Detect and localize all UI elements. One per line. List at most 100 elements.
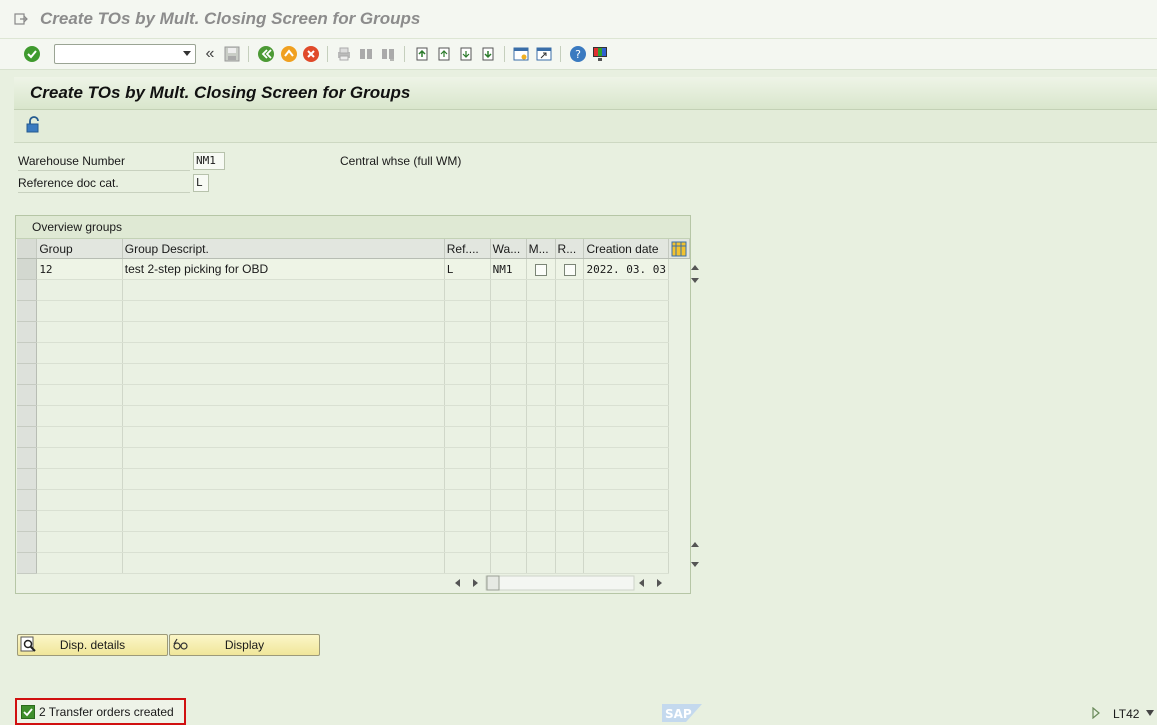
empty-cell[interactable] — [36, 300, 123, 322]
empty-cell[interactable] — [490, 426, 527, 448]
empty-cell[interactable] — [490, 342, 527, 364]
collapse-icon[interactable]: « — [200, 44, 220, 64]
empty-cell[interactable] — [583, 552, 669, 574]
empty-cell[interactable] — [555, 468, 585, 490]
row-selector[interactable] — [17, 552, 38, 574]
empty-cell[interactable] — [36, 384, 123, 406]
empty-cell[interactable] — [526, 363, 556, 385]
empty-cell[interactable] — [36, 405, 123, 427]
empty-cell[interactable] — [444, 384, 491, 406]
empty-cell[interactable] — [122, 426, 445, 448]
prev-page-icon[interactable] — [434, 44, 454, 64]
expand-status-icon[interactable] — [1091, 707, 1101, 719]
system-info-dropdown-icon[interactable] — [1145, 709, 1155, 717]
command-field[interactable] — [54, 44, 196, 64]
col-header-m[interactable]: M... — [526, 239, 556, 259]
empty-cell[interactable] — [122, 279, 445, 301]
empty-cell[interactable] — [583, 468, 669, 490]
empty-cell[interactable] — [583, 405, 669, 427]
empty-cell[interactable] — [444, 426, 491, 448]
col-header-wa[interactable]: Wa... — [490, 239, 527, 259]
select-all-header[interactable] — [17, 239, 38, 259]
cell-wa[interactable]: NM1 — [490, 258, 527, 280]
col-header-group-descript[interactable]: Group Descript. — [122, 239, 445, 259]
table-row[interactable] — [17, 447, 690, 469]
cell-m[interactable] — [526, 258, 556, 280]
col-header-creation-date[interactable]: Creation date — [583, 239, 669, 259]
status-message[interactable]: 2 Transfer orders created — [15, 698, 186, 725]
last-page-icon[interactable] — [478, 44, 498, 64]
row-selector[interactable] — [17, 279, 38, 301]
next-page-icon[interactable] — [456, 44, 476, 64]
empty-cell[interactable] — [490, 321, 527, 343]
row-selector[interactable] — [17, 258, 38, 280]
table-row[interactable] — [17, 279, 690, 301]
back-icon[interactable] — [256, 44, 276, 64]
empty-cell[interactable] — [122, 300, 445, 322]
col-header-group[interactable]: Group — [36, 239, 123, 259]
table-row[interactable] — [17, 384, 690, 406]
empty-cell[interactable] — [36, 531, 123, 553]
reference-doc-cat-field[interactable]: L — [193, 174, 209, 192]
empty-cell[interactable] — [122, 384, 445, 406]
empty-cell[interactable] — [555, 300, 585, 322]
empty-cell[interactable] — [583, 510, 669, 532]
empty-cell[interactable] — [526, 279, 556, 301]
empty-cell[interactable] — [444, 321, 491, 343]
empty-cell[interactable] — [526, 405, 556, 427]
disp-details-button[interactable]: Disp. details — [17, 634, 168, 656]
empty-cell[interactable] — [490, 363, 527, 385]
empty-cell[interactable] — [444, 531, 491, 553]
cmd-dropdown-icon[interactable] — [183, 51, 191, 56]
empty-cell[interactable] — [490, 468, 527, 490]
row-selector[interactable] — [17, 300, 38, 322]
cell-group[interactable]: 12 — [36, 258, 123, 280]
row-selector[interactable] — [17, 321, 38, 343]
find-next-icon[interactable] — [378, 44, 398, 64]
print-icon[interactable] — [334, 44, 354, 64]
empty-cell[interactable] — [526, 468, 556, 490]
empty-cell[interactable] — [36, 447, 123, 469]
cell-r[interactable] — [555, 258, 585, 280]
empty-cell[interactable] — [36, 426, 123, 448]
row-selector[interactable] — [17, 531, 38, 553]
empty-cell[interactable] — [555, 405, 585, 427]
empty-cell[interactable] — [555, 447, 585, 469]
table-row[interactable] — [17, 426, 690, 448]
empty-cell[interactable] — [490, 405, 527, 427]
empty-cell[interactable] — [444, 342, 491, 364]
empty-cell[interactable] — [122, 447, 445, 469]
empty-cell[interactable] — [583, 489, 669, 511]
empty-cell[interactable] — [526, 426, 556, 448]
table-row[interactable] — [17, 363, 690, 385]
empty-cell[interactable] — [444, 489, 491, 511]
cell-ref[interactable]: L — [444, 258, 491, 280]
empty-cell[interactable] — [583, 426, 669, 448]
empty-cell[interactable] — [444, 447, 491, 469]
empty-cell[interactable] — [122, 489, 445, 511]
empty-cell[interactable] — [555, 510, 585, 532]
table-row[interactable] — [17, 342, 690, 364]
empty-cell[interactable] — [526, 384, 556, 406]
empty-cell[interactable] — [122, 342, 445, 364]
empty-cell[interactable] — [444, 300, 491, 322]
empty-cell[interactable] — [36, 468, 123, 490]
transaction-code[interactable]: LT42 — [1113, 707, 1139, 721]
empty-cell[interactable] — [122, 510, 445, 532]
empty-cell[interactable] — [555, 342, 585, 364]
r-checkbox[interactable] — [563, 263, 576, 276]
table-row[interactable] — [17, 531, 690, 553]
empty-cell[interactable] — [36, 279, 123, 301]
empty-cell[interactable] — [490, 510, 527, 532]
empty-cell[interactable] — [526, 321, 556, 343]
first-page-icon[interactable] — [412, 44, 432, 64]
empty-cell[interactable] — [122, 321, 445, 343]
row-selector[interactable] — [17, 384, 38, 406]
new-session-icon[interactable] — [511, 44, 531, 64]
row-selector[interactable] — [17, 468, 38, 490]
row-selector[interactable] — [17, 342, 38, 364]
empty-cell[interactable] — [583, 531, 669, 553]
empty-cell[interactable] — [122, 405, 445, 427]
table-row[interactable] — [17, 300, 690, 322]
empty-cell[interactable] — [36, 552, 123, 574]
